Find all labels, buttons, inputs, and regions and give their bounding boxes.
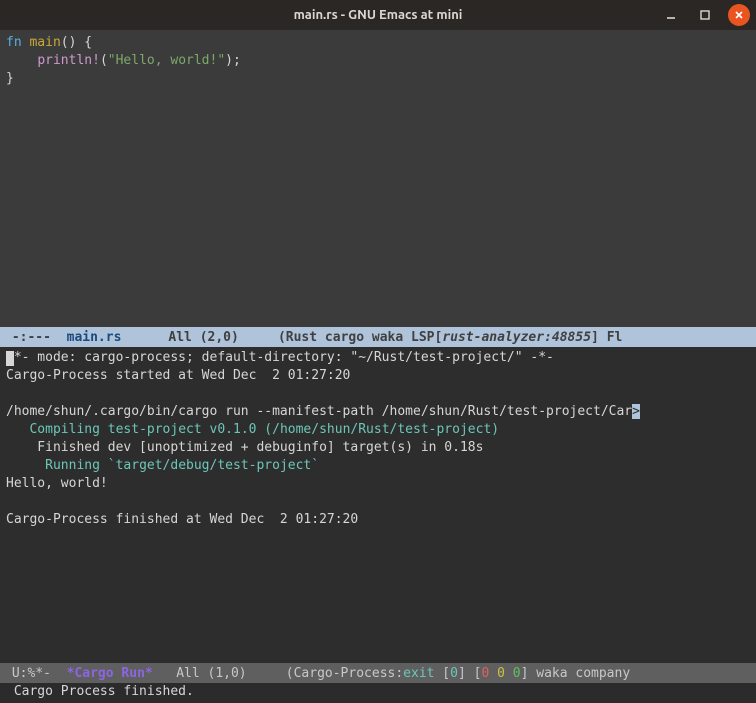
buffer-name-cargo: *Cargo Run* [67, 666, 153, 681]
string-literal: "Hello, world!" [108, 53, 225, 68]
buffer-name: main.rs [67, 330, 122, 345]
code-editor-pane[interactable]: fn main() { println!("Hello, world!"); } [0, 30, 756, 327]
window-title: main.rs - GNU Emacs at mini [294, 8, 463, 22]
modeline-main[interactable]: -:--- main.rs All (2,0) (Rust cargo waka… [0, 327, 756, 347]
cargo-start: Cargo-Process started at Wed Dec 2 01:27… [6, 368, 350, 383]
titlebar[interactable]: main.rs - GNU Emacs at mini [0, 0, 756, 30]
cargo-header: -*- mode: cargo-process; default-directo… [6, 350, 554, 365]
finished-line: Finished dev [unoptimized + debuginfo] t… [6, 440, 483, 455]
maximize-button[interactable] [694, 4, 716, 26]
cargo-finish: Cargo-Process finished at Wed Dec 2 01:2… [6, 512, 358, 527]
cargo-command: /home/shun/.cargo/bin/cargo run --manife… [6, 404, 632, 419]
function-name: main [29, 35, 60, 50]
cursor [6, 351, 14, 366]
minibuffer[interactable]: Cargo Process finished. [0, 683, 756, 703]
keyword: fn [6, 35, 22, 50]
emacs-window: main.rs - GNU Emacs at mini fn main() { … [0, 0, 756, 703]
cargo-output-pane[interactable]: -*- mode: cargo-process; default-directo… [0, 347, 756, 663]
modeline-cargo[interactable]: U:%*- *Cargo Run* All (1,0) (Cargo-Proce… [0, 663, 756, 683]
running-label: Running [45, 458, 100, 473]
macro-call: println! [37, 53, 100, 68]
compiling-label: Compiling [29, 422, 99, 437]
program-output: Hello, world! [6, 476, 108, 491]
minimize-button[interactable] [660, 4, 682, 26]
lsp-status: rust-analyzer:48855 [442, 330, 591, 345]
window-controls [660, 0, 750, 30]
close-button[interactable] [728, 4, 750, 26]
